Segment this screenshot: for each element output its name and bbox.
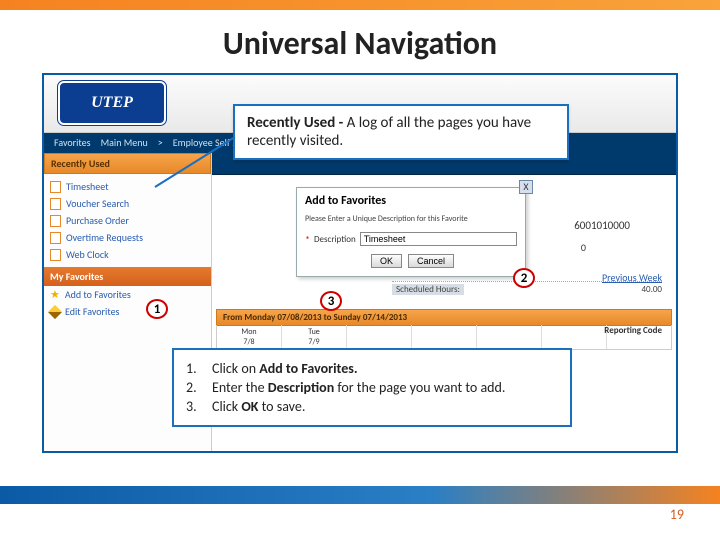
add-to-favorites-link[interactable]: ★Add to Favorites [44,286,211,303]
slide-title: Universal Navigation [0,24,720,63]
previous-week-link[interactable]: Previous Week [602,271,662,284]
ok-button[interactable]: OK [371,254,402,268]
accent-top-bar [0,0,720,10]
utep-logo: UTEP [58,81,166,125]
day-col [412,325,477,349]
dialog-title: Add to Favorites [297,188,525,214]
recently-used-item[interactable]: Timesheet [50,178,205,195]
star-icon: ★ [50,288,60,301]
breadcrumb-favorites[interactable]: Favorites [54,136,91,150]
day-col: Tue7/9 [282,325,347,349]
description-input[interactable] [360,232,517,246]
employee-id: 6001010000 [574,219,630,232]
description-label: Description [314,234,356,245]
scheduled-hours-value: 40.00 [641,284,662,295]
recently-used-item[interactable]: Purchase Order [50,212,205,229]
step-marker-3: 3 [320,291,342,311]
recently-used-item[interactable]: Web Clock [50,246,205,263]
close-icon[interactable]: X [519,180,533,194]
document-icon [50,249,61,261]
document-icon [50,215,61,227]
day-col [347,325,412,349]
day-col: Mon7/8 [217,325,282,349]
breadcrumb-mainmenu[interactable]: Main Menu [101,136,148,150]
reporting-code-header: Reporting Code [604,325,662,336]
required-star-icon: * [305,233,310,246]
pencil-icon [48,304,62,318]
breadcrumb-current: Employee Self ... [173,136,240,150]
cancel-button[interactable]: Cancel [408,254,454,268]
recently-used-item[interactable]: Voucher Search [50,195,205,212]
zero-value: 0 [581,241,586,254]
my-favorites-header: My Favorites [44,267,211,286]
page-number: 19 [670,506,684,523]
day-col [477,325,542,349]
callout-recently-used: Recently Used - A log of all the pages y… [233,104,569,160]
footer-accent-bar [0,486,720,504]
document-icon [50,232,61,244]
scheduled-hours-label: Scheduled Hours: [392,284,464,295]
instructions-callout: 1.Click on Add to Favorites. 2.Enter the… [172,348,572,427]
edit-favorites-link[interactable]: Edit Favorites [44,303,211,320]
recently-used-list: Timesheet Voucher Search Purchase Order … [44,174,211,267]
day-col [542,325,607,349]
step-marker-2: 2 [513,268,535,288]
step-marker-1: 1 [146,299,168,319]
recently-used-item[interactable]: Overtime Requests [50,229,205,246]
week-range-header: From Monday 07/08/2013 to Sunday 07/14/2… [216,309,672,326]
recently-used-header: Recently Used [44,153,211,174]
add-favorites-dialog: X Add to Favorites Please Enter a Unique… [296,187,526,277]
breadcrumb-sep: > [158,136,163,150]
document-icon [50,181,61,193]
document-icon [50,198,61,210]
dialog-subtitle: Please Enter a Unique Description for th… [297,214,525,230]
